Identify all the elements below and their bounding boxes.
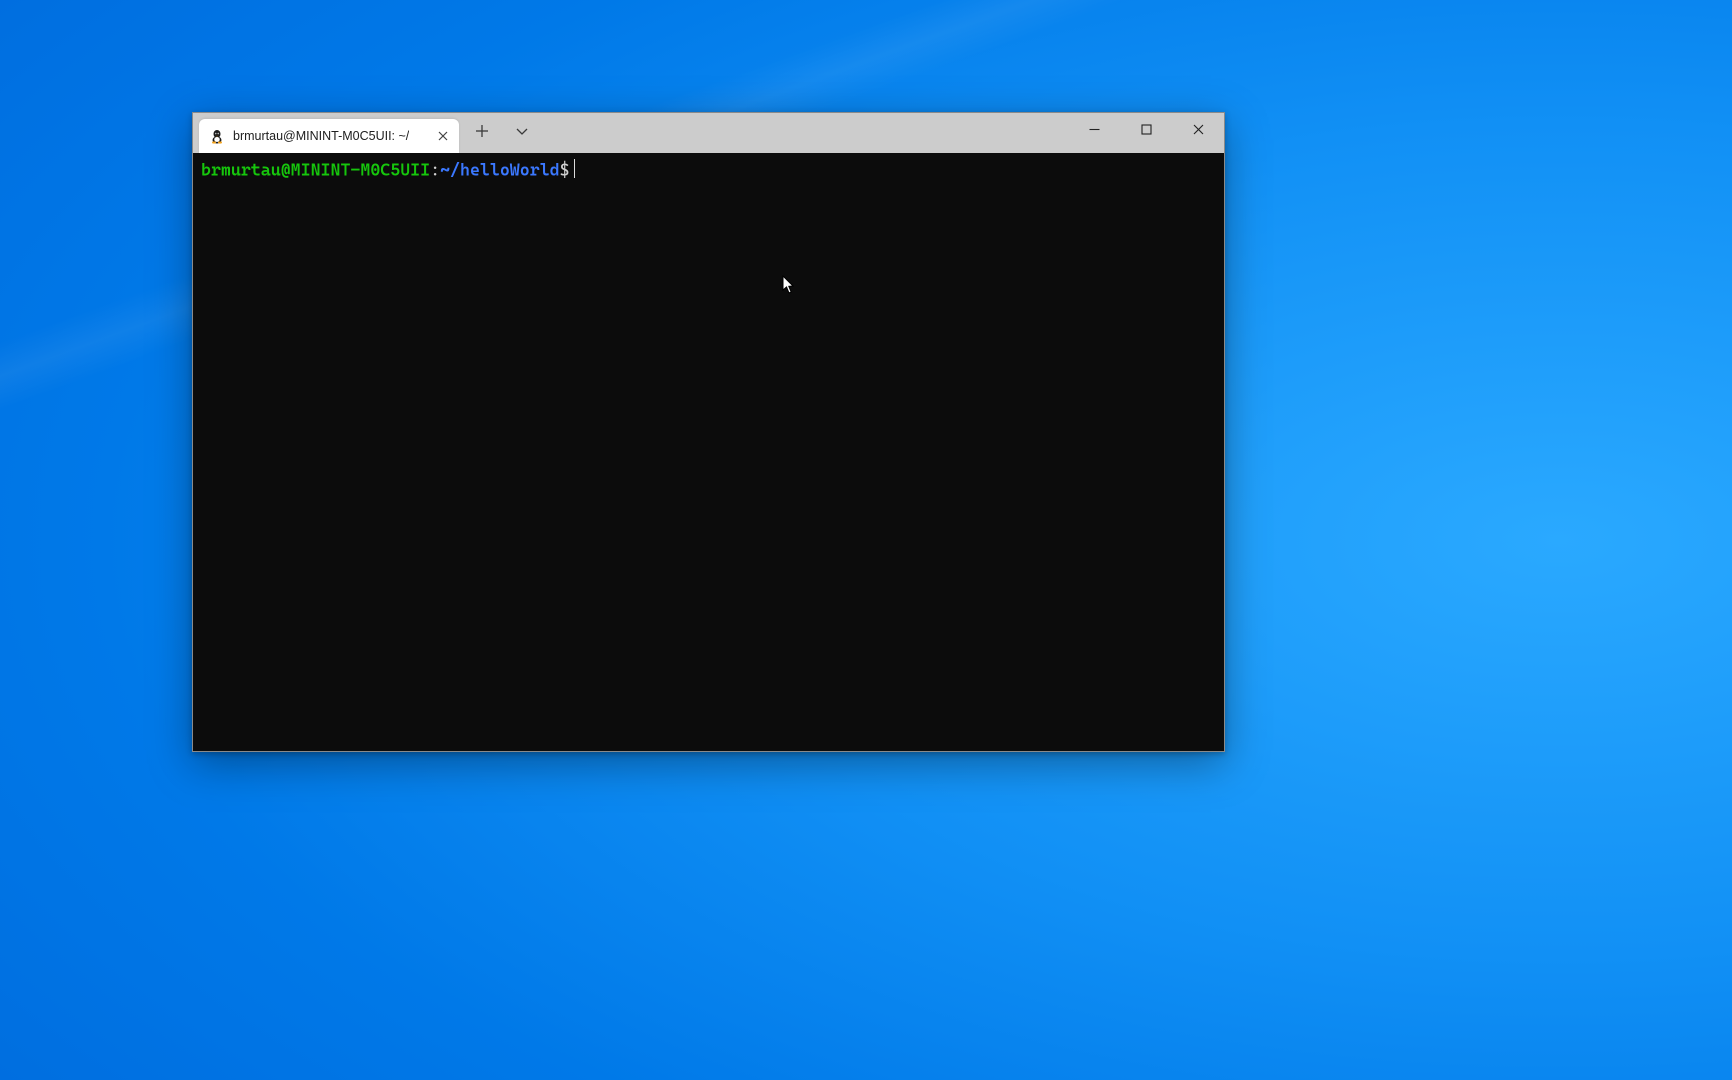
tab-title: brmurtau@MININT-M0C5UII: ~/ [233,129,409,143]
tab-dropdown-button[interactable] [509,118,535,144]
maximize-icon [1141,124,1152,135]
terminal-window: brmurtau@MININT-M0C5UII: ~/ [192,112,1225,752]
minimize-button[interactable] [1068,113,1120,145]
plus-icon [475,124,489,138]
linux-icon [209,128,225,144]
text-cursor [574,159,576,178]
prompt-user-host: brmurtau@MININT-M0C5UII [201,160,430,180]
tab-close-button[interactable] [433,126,453,146]
chevron-down-icon [515,124,529,138]
tab-actions [459,113,535,153]
minimize-icon [1089,124,1100,135]
window-controls [1068,113,1224,153]
prompt-separator: : [430,160,440,180]
titlebar[interactable]: brmurtau@MININT-M0C5UII: ~/ [193,113,1224,153]
terminal-body[interactable]: brmurtau@MININT-M0C5UII:~/helloWorld$ [193,153,1224,751]
prompt-symbol: $ [560,160,570,180]
maximize-button[interactable] [1120,113,1172,145]
new-tab-button[interactable] [469,118,495,144]
prompt-path: ~/helloWorld [440,160,560,180]
tab-active[interactable]: brmurtau@MININT-M0C5UII: ~/ [199,119,459,153]
close-window-button[interactable] [1172,113,1224,145]
close-icon [438,131,448,141]
close-icon [1193,124,1204,135]
